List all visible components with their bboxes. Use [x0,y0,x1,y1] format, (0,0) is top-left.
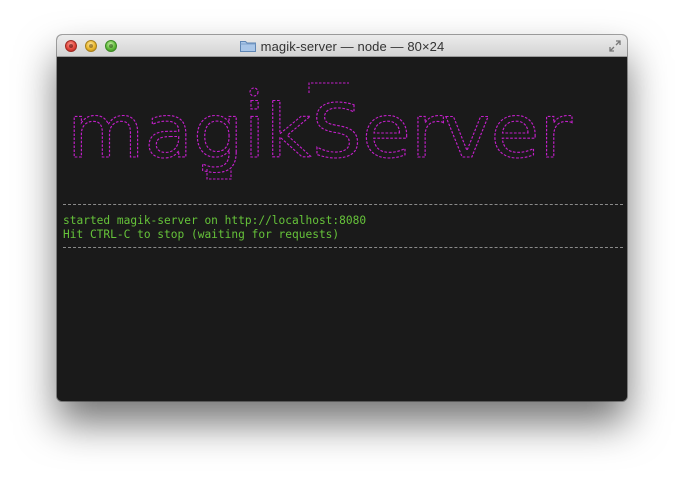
folder-icon [239,41,256,52]
terminal-content[interactable]: magikServer started magik-server on http… [57,57,627,401]
fullscreen-arrows-icon[interactable] [608,39,622,53]
banner-text: magikServer [67,89,573,175]
window-title: magik-server — node — 80×24 [260,38,445,54]
title-bar[interactable]: magik-server — node — 80×24 [57,35,627,57]
terminal-line-started: started magik-server on http://localhost… [63,214,367,227]
banner-letters: magikServer [66,88,573,175]
terminal-line-hint: Hit CTRL-C to stop (waiting for requests… [63,228,340,241]
separator-bottom [63,247,623,248]
window-title-group: magik-server — node — 80×24 [57,35,627,57]
separator-top [63,204,623,205]
ascii-art-banner: magikServer [66,82,573,180]
terminal-window: magik-server — node — 80×24 magikServer [57,35,627,401]
